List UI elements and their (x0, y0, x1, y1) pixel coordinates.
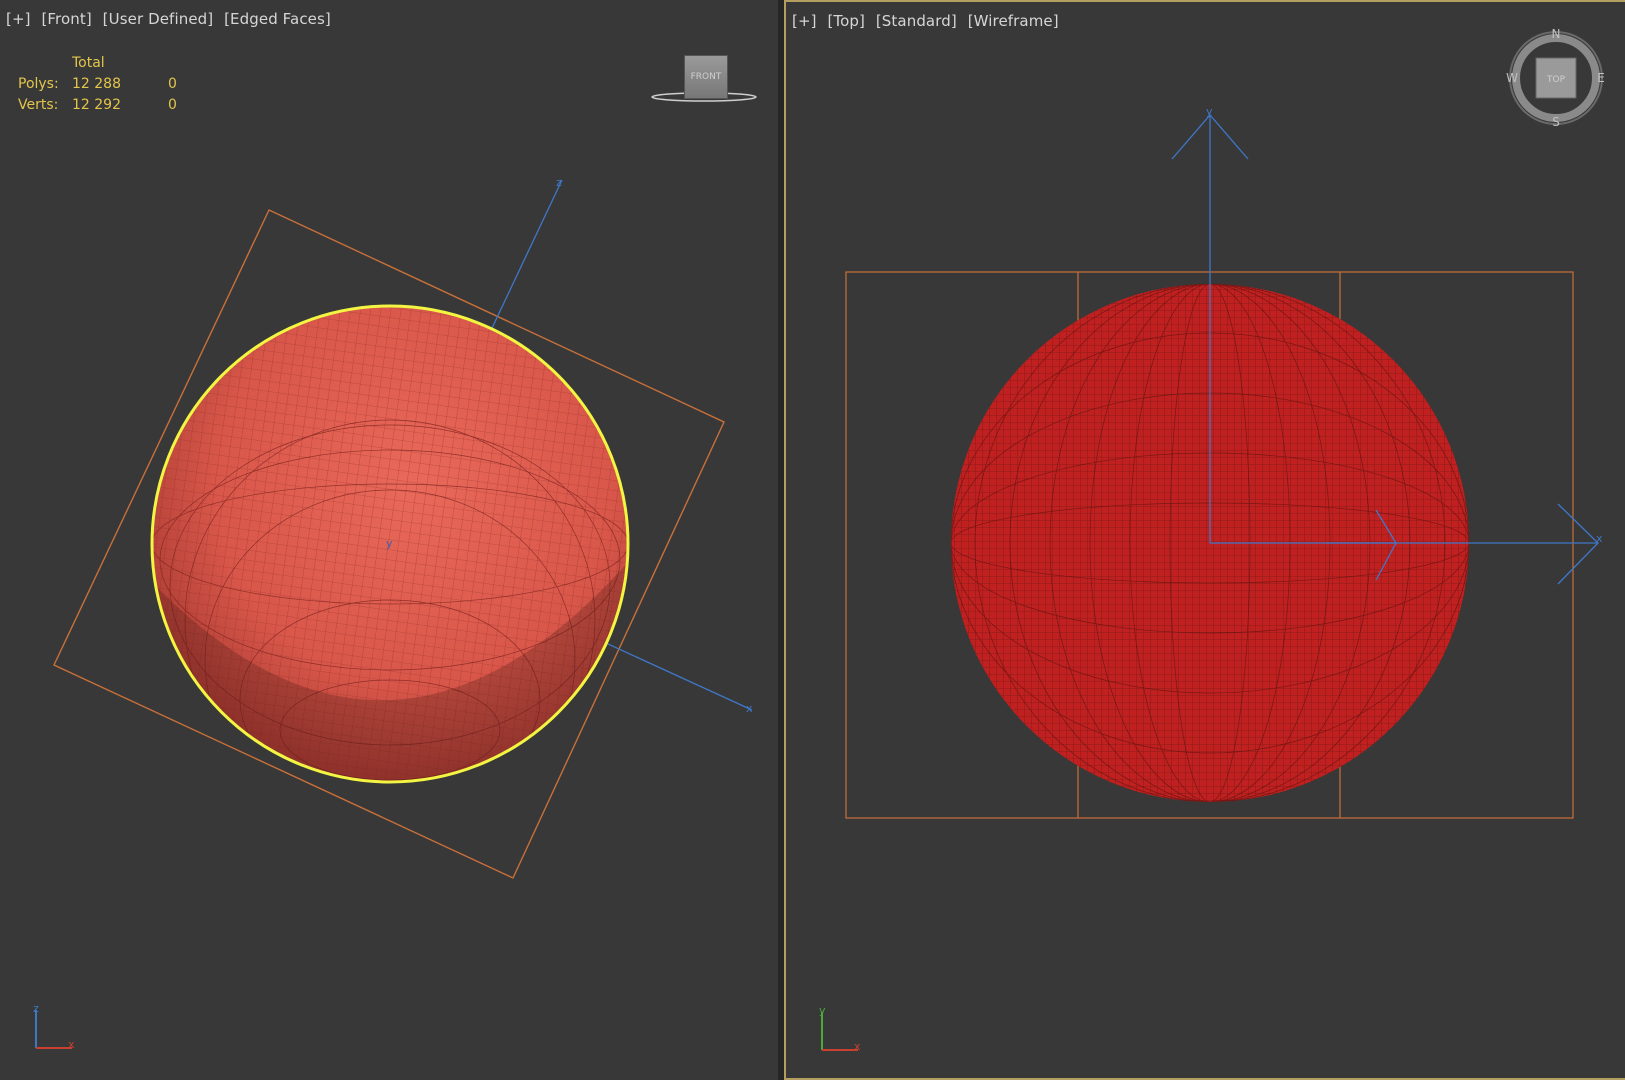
viewcube-top-label: TOP (1546, 75, 1566, 85)
top-viewport-scene: y x y x TOP N S E W (819, 27, 1605, 1053)
sphere-edged-faces (152, 306, 628, 782)
compass-e: E (1597, 71, 1605, 85)
viewcube-compass[interactable]: TOP N S E W (1506, 27, 1605, 129)
compass-n: N (1552, 27, 1561, 41)
front-viewport[interactable]: [+] [Front] [User Defined] [Edged Faces]… (0, 0, 780, 1080)
corner-x-label: x (68, 1038, 75, 1051)
pivot-marker: y (386, 537, 393, 550)
gizmo-z-label: z (556, 176, 562, 189)
corner-axis-tripod: z x (33, 1002, 75, 1051)
viewcube-front[interactable]: FRONT (684, 55, 728, 99)
compass-s: S (1552, 115, 1560, 129)
corner-y-label: y (819, 1004, 826, 1017)
front-viewport-scene: z x y z x (33, 176, 753, 1051)
top-viewport[interactable]: [+] [Top] [Standard] [Wireframe] y x y x… (784, 0, 1625, 1080)
corner-x-label: x (854, 1040, 861, 1053)
corner-axis-tripod: y x (819, 1004, 861, 1053)
gizmo-y-label: y (1206, 105, 1213, 118)
compass-w: W (1506, 71, 1518, 85)
gizmo-x-label: x (1596, 532, 1603, 545)
gizmo-x-label: x (746, 702, 753, 715)
corner-z-label: z (33, 1002, 39, 1015)
